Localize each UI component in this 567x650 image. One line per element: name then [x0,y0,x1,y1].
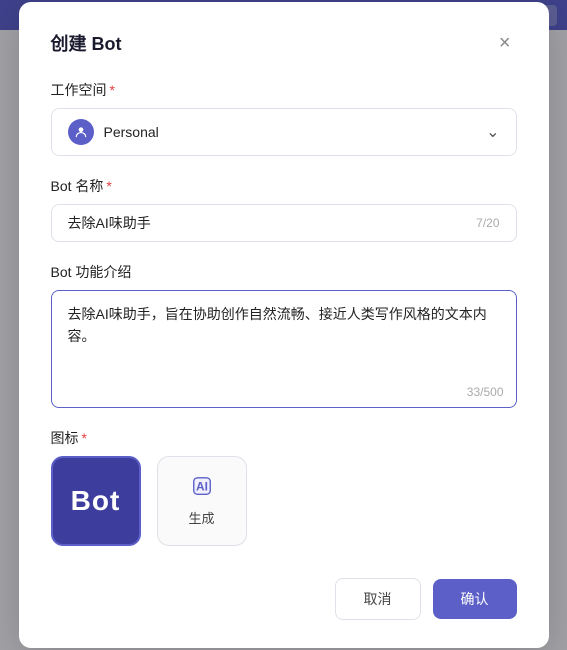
modal-title: 创建 Bot [51,30,122,56]
modal-footer: 取消 确认 [51,574,517,620]
modal-header: 创建 Bot × [51,30,517,56]
bot-name-input[interactable] [68,215,469,231]
chevron-down-icon: ⌄ [486,122,499,142]
bot-desc-label: Bot 功能介绍 [51,262,517,282]
workspace-name: Personal [104,124,159,140]
generate-icon-symbol: AI [191,475,213,503]
workspace-select-left: Personal [68,119,159,145]
bot-icon-option[interactable]: Bot [51,456,141,546]
icon-label: 图标 * [51,428,517,448]
confirm-button[interactable]: 确认 [433,579,517,619]
icon-options: Bot AI 生成 [51,456,517,546]
bot-desc-textarea[interactable]: 去除AI味助手，旨在协助创作自然流畅、接近人类写作风格的文本内容。 [52,291,516,381]
bot-name-char-count: 7/20 [476,216,499,230]
close-button[interactable]: × [493,31,517,55]
required-star-icon: * [82,430,87,446]
required-star-workspace: * [110,82,115,98]
create-bot-modal: 创建 Bot × 工作空间 * Personal ⌄ [19,2,549,648]
bot-name-input-wrapper: 7/20 [51,204,517,242]
icon-field-group: 图标 * Bot AI 生成 [51,428,517,546]
workspace-label: 工作空间 * [51,80,517,100]
generate-icon-label: 生成 [188,508,214,527]
bot-desc-char-count: 33/500 [52,381,516,407]
bot-name-field-group: Bot 名称 * 7/20 [51,176,517,242]
modal-overlay: 创建 Bot × 工作空间 * Personal ⌄ [0,0,567,650]
workspace-avatar [68,119,94,145]
bot-icon-text: Bot [71,485,121,517]
bot-desc-textarea-wrapper: 去除AI味助手，旨在协助创作自然流畅、接近人类写作风格的文本内容。 33/500 [51,290,517,408]
generate-icon-option[interactable]: AI 生成 [157,456,247,546]
cancel-button[interactable]: 取消 [335,578,421,620]
required-star-name: * [106,178,111,194]
svg-text:AI: AI [196,480,208,494]
bot-name-label: Bot 名称 * [51,176,517,196]
workspace-field-group: 工作空间 * Personal ⌄ [51,80,517,156]
workspace-select[interactable]: Personal ⌄ [51,108,517,156]
bot-desc-field-group: Bot 功能介绍 去除AI味助手，旨在协助创作自然流畅、接近人类写作风格的文本内… [51,262,517,408]
